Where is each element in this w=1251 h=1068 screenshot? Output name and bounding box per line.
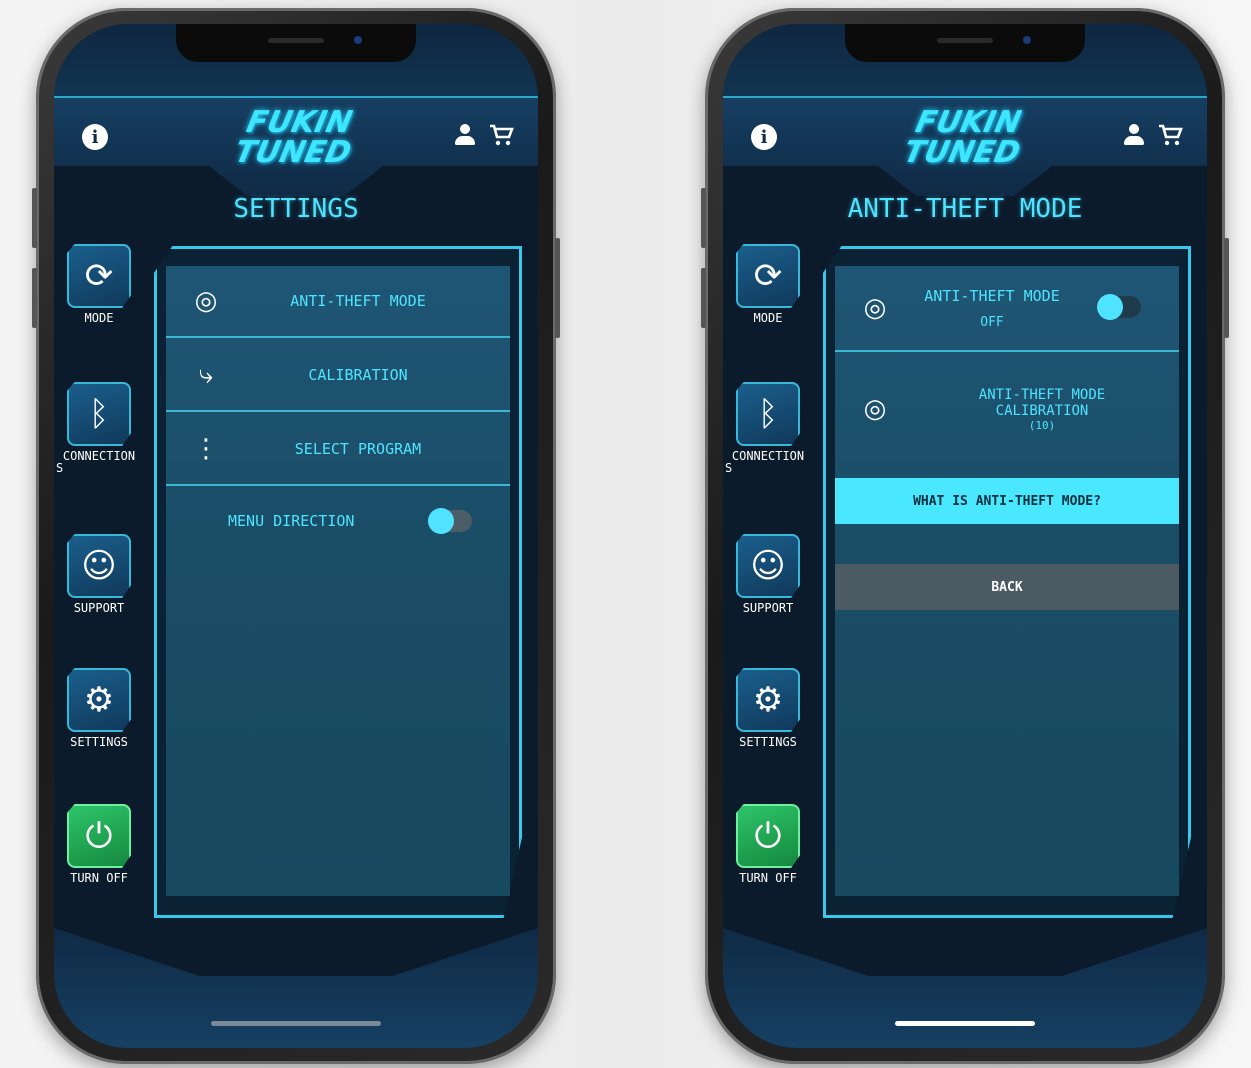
headset-icon: ☺ (67, 534, 131, 598)
bluetooth-icon: ᛒ (736, 382, 800, 446)
footer-bar (723, 928, 1207, 1048)
anti-theft-label: ANTI-THEFT MODE (924, 286, 1060, 305)
brand-logo: FUKIN TUNED (231, 105, 356, 170)
volume-button (32, 268, 37, 328)
power-icon: ⏻ (67, 804, 131, 868)
cart-icon[interactable] (1157, 122, 1183, 148)
bluetooth-icon: ᛒ (67, 382, 131, 446)
volume-button (701, 268, 706, 328)
gear-icon: ⚙ (67, 668, 131, 732)
volume-button (701, 188, 706, 248)
home-indicator[interactable] (211, 1021, 381, 1026)
anti-theft-panel: ◎ ANTI-THEFT MODE OFF ◎ ANTI-THEFT MODE … (835, 266, 1179, 896)
power-icon: ⏻ (736, 804, 800, 868)
side-button (555, 238, 560, 338)
phone-left: i FUKIN TUNED SETTINGS ⟳ MODE ᛒ CONNECTI… (32, 8, 560, 1064)
notch (845, 24, 1085, 62)
more-vertical-icon: ⋮ (193, 434, 219, 464)
header-actions (452, 122, 514, 148)
menu-item-select-program[interactable]: ⋮ SELECT PROGRAM (166, 414, 510, 486)
brand-logo: FUKIN TUNED (900, 105, 1025, 170)
gear-icon: ⚙ (736, 668, 800, 732)
volume-button (32, 188, 37, 248)
notch (176, 24, 416, 62)
cart-icon[interactable] (488, 122, 514, 148)
rail-item-turn-off[interactable]: ⏻ TURN OFF (54, 804, 144, 884)
app-screen-settings: i FUKIN TUNED SETTINGS ⟳ MODE ᛒ CONNECTI… (54, 24, 538, 1048)
rail-item-settings[interactable]: ⚙ SETTINGS (54, 668, 144, 748)
fingerprint-icon: ◎ (194, 286, 218, 316)
menu-item-anti-theft-calibration[interactable]: ◎ ANTI-THEFT MODE CALIBRATION (10) (835, 354, 1179, 464)
settings-panel: ◎ ANTI-THEFT MODE ⤷ CALIBRATION ⋮ SELECT… (166, 266, 510, 896)
calibration-count: (10) (1028, 418, 1056, 432)
rail-item-support[interactable]: ☺ SUPPORT (723, 534, 813, 614)
menu-direction-toggle[interactable] (428, 508, 472, 534)
footer-bar (54, 928, 538, 1048)
calibration-line2: CALIBRATION (995, 402, 1089, 419)
calibration-line1: ANTI-THEFT MODE (978, 386, 1106, 403)
info-icon[interactable]: i (82, 124, 108, 150)
sync-icon: ⟳ (736, 244, 800, 308)
rail-item-connections[interactable]: ᛒ CONNECTION S (54, 382, 144, 474)
user-icon[interactable] (452, 122, 478, 148)
rail-item-turn-off[interactable]: ⏻ TURN OFF (723, 804, 813, 884)
what-is-anti-theft-button[interactable]: WHAT IS ANTI-THEFT MODE? (835, 478, 1179, 524)
user-icon[interactable] (1121, 122, 1147, 148)
anti-theft-toggle[interactable] (1097, 294, 1141, 320)
back-button[interactable]: BACK (835, 564, 1179, 610)
seat-icon: ⤷ (198, 359, 214, 390)
header-actions (1121, 122, 1183, 148)
fingerprint-icon: ◎ (863, 394, 887, 424)
rail-item-settings[interactable]: ⚙ SETTINGS (723, 668, 813, 748)
rail-item-support[interactable]: ☺ SUPPORT (54, 534, 144, 614)
rail-item-mode[interactable]: ⟳ MODE (723, 244, 813, 324)
home-indicator[interactable] (895, 1021, 1035, 1026)
side-button (1224, 238, 1229, 338)
phone-right: i FUKIN TUNED ANTI-THEFT MODE ⟳ MODE ᛒ C… (701, 8, 1229, 1064)
page-title: SETTINGS (233, 194, 359, 224)
menu-item-calibration[interactable]: ⤷ CALIBRATION (166, 340, 510, 412)
rail-item-connections[interactable]: ᛒ CONNECTION S (723, 382, 813, 474)
sync-icon: ⟳ (67, 244, 131, 308)
anti-theft-status: OFF (980, 314, 1004, 330)
headset-icon: ☺ (736, 534, 800, 598)
fingerprint-icon: ◎ (863, 293, 887, 323)
rail-item-mode[interactable]: ⟳ MODE (54, 244, 144, 324)
app-screen-anti-theft: i FUKIN TUNED ANTI-THEFT MODE ⟳ MODE ᛒ C… (723, 24, 1207, 1048)
menu-item-anti-theft[interactable]: ◎ ANTI-THEFT MODE (166, 266, 510, 338)
page-title: ANTI-THEFT MODE (847, 194, 1083, 224)
menu-direction-label: MENU DIRECTION (228, 512, 355, 530)
info-icon[interactable]: i (751, 124, 777, 150)
